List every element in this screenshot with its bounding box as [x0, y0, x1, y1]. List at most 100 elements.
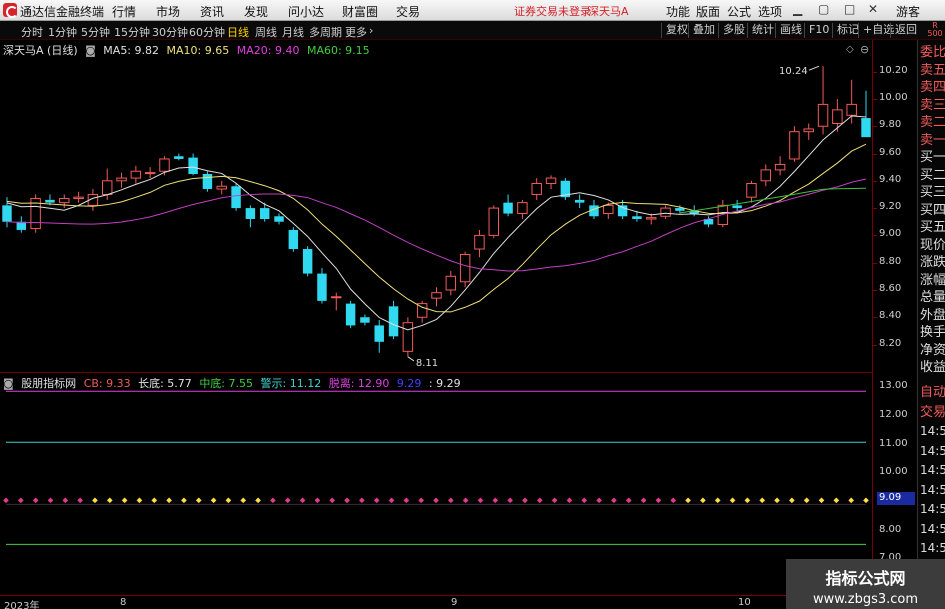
low-price-label: 8.11 — [416, 358, 438, 369]
ma20-line — [6, 178, 867, 272]
tool-adjust[interactable]: 复权 — [661, 23, 688, 38]
price-tick: 8.80 — [879, 255, 902, 267]
menu-item-function[interactable]: 功能 — [666, 3, 690, 20]
period-5min[interactable]: 5分钟 — [81, 24, 110, 40]
quote-field-label: 净资 — [920, 342, 945, 358]
minimize-icon[interactable]: ▁ — [793, 2, 802, 16]
period-1min[interactable]: 1分钟 — [48, 24, 77, 40]
quote-field-label: 买三 — [920, 185, 945, 200]
price-tick: 9.60 — [879, 146, 902, 158]
main-price-axis: 10.20 10.00 9.80 9.60 9.40 9.20 9.00 8.80 8.60 8.… — [872, 40, 917, 372]
candle-body — [803, 128, 814, 133]
tool-overlay[interactable]: 叠加 — [688, 23, 715, 38]
candle-body — [474, 234, 485, 250]
signal-dot — [566, 497, 573, 504]
signal-dot — [462, 497, 469, 504]
candle-body — [216, 185, 227, 190]
more-chevron-icon[interactable]: › — [369, 24, 373, 37]
date-label-year: 2023年 — [4, 601, 40, 609]
candle-body — [660, 207, 671, 217]
trade-time-label: 14:56 — [920, 443, 945, 458]
menu-item-quotes[interactable]: 行情 — [112, 3, 136, 20]
menu-item-market[interactable]: 市场 — [156, 3, 180, 20]
stock-title: 深天马A — [588, 5, 629, 18]
price-tick: 10.00 — [879, 91, 908, 103]
period-weekly[interactable]: 周线 — [255, 24, 277, 40]
candlestick-chart: 10.24 8.11 — [2, 65, 871, 369]
price-tick: 9.40 — [879, 173, 902, 185]
price-tick-mark — [873, 71, 877, 73]
signal-dot — [611, 497, 617, 504]
restore-icon[interactable]: ▢ — [818, 2, 829, 16]
signal-dot — [789, 497, 795, 504]
menu-item-layout[interactable]: 版面 — [696, 3, 720, 20]
candle-body — [144, 172, 156, 175]
signal-dot — [848, 497, 855, 504]
tool-stats[interactable]: 统计 — [747, 23, 774, 38]
candle-body — [331, 296, 342, 299]
candle-body — [632, 216, 642, 220]
signal-dot — [32, 497, 39, 504]
signal-dot — [655, 497, 662, 504]
back-button[interactable]: 返回 — [890, 23, 917, 38]
quote-field-label: 买五 — [920, 220, 945, 235]
candle-body — [174, 156, 184, 159]
tool-f10[interactable]: F10 — [804, 23, 829, 38]
period-30min[interactable]: 30分钟 — [152, 24, 188, 40]
period-multi[interactable]: 多周期 — [309, 24, 342, 40]
signal-dot — [47, 497, 54, 504]
candle-body — [832, 109, 843, 124]
signal-dot — [151, 497, 158, 504]
main-chart-pane[interactable]: 深天马A (日线) ◙ MA5: 9.82 MA10: 9.65 MA20: 9… — [0, 40, 872, 371]
period-60min[interactable]: 60分钟 — [189, 24, 225, 40]
indicator-tick: 13.00 — [879, 380, 908, 392]
high-marker-arrow — [808, 65, 820, 71]
indicator-value-badge: 9.09 — [877, 492, 915, 506]
signal-dot — [729, 497, 736, 504]
maximize-icon[interactable]: □ — [844, 2, 855, 16]
menu-item-ask[interactable]: 问小达 — [288, 3, 324, 20]
candle-body — [374, 325, 384, 342]
period-more[interactable]: 更多 — [345, 24, 367, 40]
signal-dot — [210, 497, 217, 504]
watermark-title: 指标公式网 — [825, 569, 906, 588]
signal-dot — [477, 497, 484, 504]
period-intraday[interactable]: 分时 — [21, 24, 43, 40]
menu-item-trade[interactable]: 交易 — [396, 3, 420, 20]
period-daily[interactable]: 日线 — [227, 24, 249, 40]
trade-tab-label[interactable]: 交易 — [920, 405, 945, 420]
signal-dot — [833, 497, 840, 504]
menu-item-discover[interactable]: 发现 — [244, 3, 268, 20]
quote-field-label: 卖一 — [920, 132, 945, 148]
menu-item-formula[interactable]: 公式 — [727, 3, 751, 20]
login-warning[interactable]: 证券交易未登录 — [514, 3, 591, 19]
indicator-pane[interactable]: ◙ 股朋指标网 CB: 9.33 长底: 5.77 中底: 7.55 警示: 1… — [0, 372, 872, 567]
candle-body — [245, 208, 256, 220]
close-icon[interactable]: ✕ — [868, 2, 878, 16]
period-15min[interactable]: 15分钟 — [114, 24, 150, 40]
candle-body — [231, 186, 241, 209]
add-watchlist-button[interactable]: +自选 — [858, 23, 894, 38]
tool-draw[interactable]: 画线 — [775, 23, 802, 38]
quote-field-label: 卖五 — [920, 62, 945, 78]
user-label[interactable]: 游客 — [896, 3, 920, 20]
menu-item-options[interactable]: 选项 — [758, 3, 782, 20]
quote-field-label: 收益 — [920, 360, 945, 375]
candle-body — [159, 158, 170, 172]
signal-dot — [255, 497, 261, 504]
tool-multi-stock[interactable]: 多股 — [718, 23, 745, 38]
signal-dot — [359, 497, 365, 504]
signal-dot — [596, 497, 602, 504]
candle-body — [59, 198, 70, 204]
tool-mark[interactable]: 标记 — [832, 23, 859, 38]
signal-dot — [106, 497, 113, 504]
candle-body — [774, 163, 786, 171]
signal-dot — [744, 497, 751, 504]
candle-body — [259, 208, 270, 220]
candle-body — [402, 322, 414, 352]
price-tick: 8.20 — [879, 337, 902, 349]
menu-item-news[interactable]: 资讯 — [200, 3, 224, 20]
period-monthly[interactable]: 月线 — [282, 24, 304, 40]
trade-tab-label[interactable]: 自动 — [920, 385, 945, 400]
menu-item-wealth[interactable]: 财富圈 — [342, 3, 378, 20]
